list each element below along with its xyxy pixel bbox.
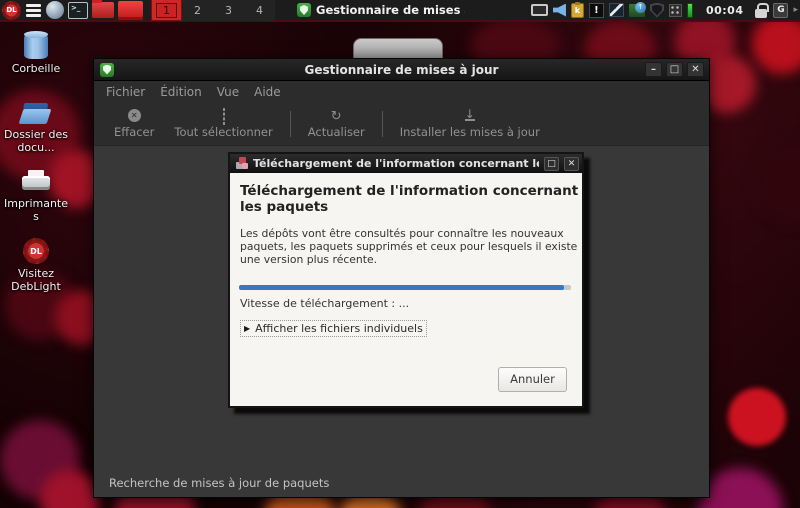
download-progress-bar	[239, 285, 571, 290]
expander-label: Afficher les fichiers individuels	[255, 322, 423, 335]
download-progress-dialog: Téléchargement de l'information concerna…	[228, 152, 584, 408]
top-panel: DL >_ 1 2 3 4 Gestionnaire de mises à k …	[0, 0, 800, 22]
cancel-button[interactable]: Annuler	[498, 367, 567, 392]
expander-arrow-icon: ▶	[244, 324, 250, 333]
deblight-gear-text: DL	[30, 247, 42, 256]
install-label: Installer les mises à jour	[400, 125, 540, 139]
clipboard-icon[interactable]: k	[571, 3, 584, 18]
taskbar-window-title: Gestionnaire de mises à	[316, 3, 465, 17]
select-all-label: Tout sélectionner	[174, 125, 272, 139]
clear-button[interactable]: ✕ Effacer	[104, 104, 164, 144]
select-all-button[interactable]: Tout sélectionner	[164, 104, 282, 144]
menu-vue[interactable]: Vue	[217, 85, 239, 99]
download-speed-label: Vitesse de téléchargement : ...	[240, 297, 409, 310]
screenshot-icon[interactable]	[609, 3, 624, 17]
clear-icon: ✕	[128, 109, 141, 122]
volume-icon[interactable]	[553, 4, 566, 17]
software-launcher-icon[interactable]	[118, 1, 143, 20]
workspace-4[interactable]: 4	[244, 0, 275, 21]
progress-fill	[239, 285, 564, 290]
deblight-logo-icon[interactable]: DL	[2, 1, 21, 20]
battery-icon[interactable]	[687, 3, 693, 18]
dialog-heading: Téléchargement de l'information concerna…	[240, 183, 580, 215]
clear-label: Effacer	[114, 125, 154, 139]
g-button[interactable]: G	[773, 3, 788, 18]
alert-icon[interactable]: !	[589, 3, 604, 18]
network-icon[interactable]	[669, 4, 682, 17]
workspace-1[interactable]: 1	[151, 0, 182, 21]
menu-aide[interactable]: Aide	[254, 85, 281, 99]
close-button[interactable]: ✕	[687, 62, 704, 77]
launcher-area: DL >_	[0, 1, 143, 20]
maximize-button[interactable]: □	[666, 62, 683, 77]
status-bar: Recherche de mises à jour de paquets	[94, 469, 709, 497]
window-titlebar[interactable]: Gestionnaire de mises à jour – □ ✕	[94, 59, 709, 81]
update-arrow-icon: ↑	[635, 2, 646, 13]
toolbar-separator	[382, 111, 383, 137]
dialog-title: Téléchargement de l'information concerna…	[253, 157, 539, 170]
desktop-icon-label: Dossier des docu...	[3, 128, 69, 154]
dialog-description: Les dépôts vont être consultés pour conn…	[240, 227, 580, 266]
dialog-maximize-button[interactable]: □	[544, 157, 559, 171]
desktop-icon-label: Imprimantes	[3, 197, 69, 223]
install-updates-button[interactable]: ↓ Installer les mises à jour	[390, 104, 550, 144]
dialog-body: Téléchargement de l'information concerna…	[230, 173, 582, 406]
browser-icon[interactable]	[46, 1, 64, 19]
desktop-icon-documents[interactable]: Dossier des docu...	[1, 103, 71, 154]
system-tray: k ! ↑ 00:04 G ▸	[531, 3, 800, 18]
select-all-icon	[223, 108, 225, 125]
bokeh-circle	[728, 388, 786, 446]
terminal-icon[interactable]: >_	[68, 2, 88, 19]
status-text: Recherche de mises à jour de paquets	[109, 476, 329, 490]
bokeh-circle	[698, 468, 783, 508]
package-icon	[235, 157, 248, 170]
dialog-close-button[interactable]: ✕	[564, 157, 579, 171]
bokeh-circle	[755, 140, 800, 225]
documents-folder-icon	[21, 103, 51, 125]
bokeh-circle	[752, 14, 800, 74]
shield-tray-icon[interactable]	[650, 3, 664, 18]
menu-edition[interactable]: Édition	[160, 85, 202, 99]
updates-tray-icon[interactable]: ↑	[629, 4, 645, 17]
desktop-icon-label: Corbeille	[12, 62, 61, 75]
desktop-icon-trash[interactable]: Corbeille	[1, 33, 71, 75]
dialog-titlebar[interactable]: Téléchargement de l'information concerna…	[230, 154, 582, 173]
file-manager-icon[interactable]	[92, 2, 114, 18]
refresh-icon: ↻	[331, 109, 342, 124]
taskbar-window-button[interactable]: Gestionnaire de mises à	[297, 3, 465, 17]
desktop-icon-printers[interactable]: Imprimantes	[1, 170, 71, 223]
install-icon: ↓	[465, 109, 475, 124]
minimize-button[interactable]: –	[645, 62, 662, 77]
printer-icon	[22, 170, 50, 194]
toolbar-separator	[290, 111, 291, 137]
lock-icon[interactable]	[754, 3, 768, 18]
deblight-gear-icon: DL	[23, 238, 49, 264]
trash-icon	[24, 33, 48, 59]
clock[interactable]: 00:04	[706, 4, 744, 17]
display-icon[interactable]	[531, 4, 548, 16]
deblight-logo-text: DL	[6, 6, 16, 14]
app-menu-icon[interactable]	[25, 2, 42, 18]
update-manager-icon	[297, 3, 311, 17]
refresh-label: Actualiser	[308, 125, 365, 139]
workspace-3[interactable]: 3	[213, 0, 244, 21]
background-window-tab	[353, 38, 443, 60]
toolbar: ✕ Effacer Tout sélectionner ↻ Actualiser…	[94, 103, 709, 146]
menu-fichier[interactable]: Fichier	[106, 85, 145, 99]
menu-bar: Fichier Édition Vue Aide	[94, 81, 709, 103]
desktop-icon-label: Visitez DebLight	[3, 267, 69, 293]
window-title: Gestionnaire de mises à jour	[94, 63, 709, 77]
desktop-icon-deblight[interactable]: DL Visitez DebLight	[1, 238, 71, 293]
show-individual-files-expander[interactable]: ▶ Afficher les fichiers individuels	[240, 320, 427, 337]
tray-expand-icon[interactable]: ▸	[793, 5, 798, 15]
refresh-button[interactable]: ↻ Actualiser	[298, 104, 375, 144]
workspace-1-label: 1	[156, 3, 177, 18]
workspace-switcher: 1 2 3 4	[151, 0, 275, 21]
workspace-2[interactable]: 2	[182, 0, 213, 21]
